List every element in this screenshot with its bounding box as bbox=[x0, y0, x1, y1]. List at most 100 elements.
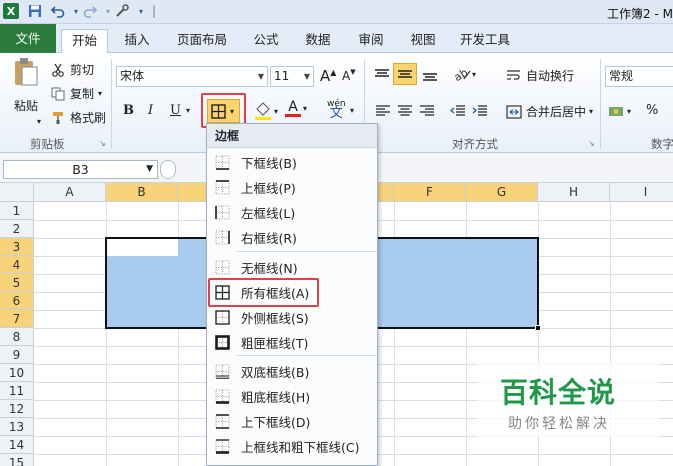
number-format-select[interactable]: 常规 bbox=[605, 66, 673, 87]
row-header-13[interactable]: 13 bbox=[0, 418, 34, 436]
name-box-value: B3 bbox=[72, 162, 89, 177]
menu-item-top-border[interactable]: 上框线(P) bbox=[207, 175, 377, 200]
paste-dropdown-icon[interactable]: ▾ bbox=[37, 117, 41, 126]
row-header-3[interactable]: 3 bbox=[0, 238, 34, 256]
column-header-b[interactable]: B bbox=[106, 183, 178, 202]
excel-logo-icon: X bbox=[3, 3, 19, 19]
row-header-14[interactable]: 14 bbox=[0, 436, 34, 454]
shrink-font-label: A bbox=[342, 69, 351, 83]
orientation-button[interactable]: ab ▾ bbox=[452, 65, 476, 83]
redo-icon[interactable] bbox=[82, 3, 98, 19]
menu-item-label: 外侧框线(S) bbox=[241, 311, 309, 326]
merge-center-button[interactable]: 合并后居中 ▾ bbox=[505, 103, 593, 120]
column-header-a[interactable]: A bbox=[34, 183, 106, 202]
tab-file[interactable]: 文件 bbox=[0, 24, 56, 53]
alignment-launcher-icon[interactable]: ↘ bbox=[588, 139, 595, 148]
align-right-button[interactable] bbox=[419, 104, 435, 118]
tab-data[interactable]: 数据 bbox=[298, 29, 338, 53]
copy-dropdown-icon[interactable]: ▾ bbox=[98, 89, 102, 98]
customize-icon[interactable] bbox=[114, 3, 130, 19]
chevron-down-icon: ▼ bbox=[303, 72, 310, 81]
row-header-8[interactable]: 8 bbox=[0, 328, 34, 346]
undo-icon[interactable] bbox=[50, 3, 66, 19]
phonetic-dropdown-icon[interactable]: ▾ bbox=[350, 106, 354, 115]
column-header-i[interactable]: I bbox=[610, 183, 673, 202]
formula-bar-handle[interactable] bbox=[160, 160, 176, 179]
bottom-align-button[interactable] bbox=[421, 68, 439, 82]
tab-view[interactable]: 视图 bbox=[403, 29, 443, 53]
top-border-icon bbox=[215, 180, 230, 195]
accounting-format-button[interactable]: ▾ bbox=[608, 103, 631, 119]
copy-button[interactable]: 复制 ▾ bbox=[50, 85, 102, 102]
menu-item-left-border[interactable]: 左框线(L) bbox=[207, 200, 377, 225]
row-header-12[interactable]: 12 bbox=[0, 400, 34, 418]
tab-page-layout[interactable]: 页面布局 bbox=[170, 29, 234, 53]
shrink-font-button[interactable]: A ▼ bbox=[342, 68, 356, 83]
font-size-select[interactable]: 11 ▼ bbox=[270, 66, 314, 87]
column-header-g[interactable]: G bbox=[466, 183, 538, 202]
merge-center-label: 合并后居中 bbox=[526, 105, 587, 119]
font-color-button[interactable]: A ▾ bbox=[285, 100, 307, 117]
all-borders-highlight-box bbox=[208, 278, 319, 307]
menu-item-top-thick-bottom-border[interactable]: 上框线和粗下框线(C) bbox=[207, 434, 377, 459]
align-center-button[interactable] bbox=[397, 104, 413, 118]
row-header-7[interactable]: 7 bbox=[0, 310, 34, 328]
tab-insert[interactable]: 插入 bbox=[116, 29, 158, 53]
row-header-1[interactable]: 1 bbox=[0, 202, 34, 220]
column-header-h[interactable]: H bbox=[538, 183, 610, 202]
save-icon[interactable] bbox=[27, 3, 43, 19]
middle-align-button[interactable] bbox=[393, 63, 417, 85]
menu-item-right-border[interactable]: 右框线(R) bbox=[207, 225, 377, 250]
name-box[interactable]: B3 ▼ bbox=[3, 160, 158, 179]
alignment-group-label: 对齐方式 bbox=[452, 137, 498, 151]
decrease-indent-button[interactable] bbox=[450, 104, 466, 118]
select-all-corner[interactable] bbox=[0, 183, 34, 202]
menu-separator bbox=[237, 251, 377, 252]
fill-color-button[interactable]: ▾ bbox=[254, 101, 278, 121]
align-left-button[interactable] bbox=[375, 104, 391, 118]
row-header-9[interactable]: 9 bbox=[0, 346, 34, 364]
row-header-6[interactable]: 6 bbox=[0, 292, 34, 310]
tab-home[interactable]: 开始 bbox=[61, 29, 108, 53]
row-header-15[interactable]: 15 bbox=[0, 454, 34, 466]
format-painter-button[interactable]: 格式刷 bbox=[50, 109, 106, 126]
outside-borders-icon bbox=[215, 310, 230, 325]
tab-review[interactable]: 审阅 bbox=[351, 29, 391, 53]
grow-font-button[interactable]: A ▲ bbox=[320, 67, 336, 85]
menu-item-no-border[interactable]: 无框线(N) bbox=[207, 255, 377, 280]
underline-button[interactable]: U bbox=[170, 103, 181, 118]
font-name-value: 宋体 bbox=[120, 69, 145, 83]
percent-style-button[interactable]: % bbox=[646, 103, 658, 118]
menu-item-outside-borders[interactable]: 外侧框线(S) bbox=[207, 305, 377, 330]
row-header-10[interactable]: 10 bbox=[0, 364, 34, 382]
phonetic-button[interactable]: wén 文 bbox=[327, 99, 346, 120]
double-bottom-border-icon bbox=[215, 364, 230, 379]
row-header-4[interactable]: 4 bbox=[0, 256, 34, 274]
paste-button[interactable]: 粘贴 bbox=[8, 57, 44, 114]
menu-item-bottom-border[interactable]: 下框线(B) bbox=[207, 150, 377, 175]
row-header-11[interactable]: 11 bbox=[0, 382, 34, 400]
watermark-title: 百科全说 bbox=[500, 376, 617, 409]
wrap-text-button[interactable]: 自动换行 bbox=[505, 67, 574, 84]
row-header-2[interactable]: 2 bbox=[0, 220, 34, 238]
font-name-select[interactable]: 宋体 ▼ bbox=[116, 66, 268, 87]
top-align-button[interactable] bbox=[373, 68, 391, 82]
menu-item-label: 右框线(R) bbox=[241, 231, 297, 246]
tab-developer[interactable]: 开发工具 bbox=[452, 29, 518, 53]
bold-button[interactable]: B bbox=[123, 103, 134, 118]
increase-indent-button[interactable] bbox=[472, 104, 488, 118]
row-header-5[interactable]: 5 bbox=[0, 274, 34, 292]
italic-button[interactable]: I bbox=[148, 103, 153, 118]
cut-button[interactable]: 剪切 bbox=[50, 61, 94, 78]
menu-item-thick-bottom-border[interactable]: 粗底框线(H) bbox=[207, 384, 377, 409]
tab-formulas[interactable]: 公式 bbox=[246, 29, 286, 53]
menu-item-label: 左框线(L) bbox=[241, 206, 296, 221]
fill-handle[interactable] bbox=[535, 325, 541, 331]
clipboard-launcher-icon[interactable]: ↘ bbox=[99, 139, 106, 148]
menu-item-thick-box-border[interactable]: 粗匣框线(T) bbox=[207, 330, 377, 355]
number-format-value: 常规 bbox=[609, 69, 634, 83]
menu-item-double-bottom-border[interactable]: 双底框线(B) bbox=[207, 359, 377, 384]
menu-item-top-bottom-border[interactable]: 上下框线(D) bbox=[207, 409, 377, 434]
underline-dropdown-icon[interactable]: ▾ bbox=[186, 106, 190, 115]
column-header-f[interactable]: F bbox=[394, 183, 466, 202]
